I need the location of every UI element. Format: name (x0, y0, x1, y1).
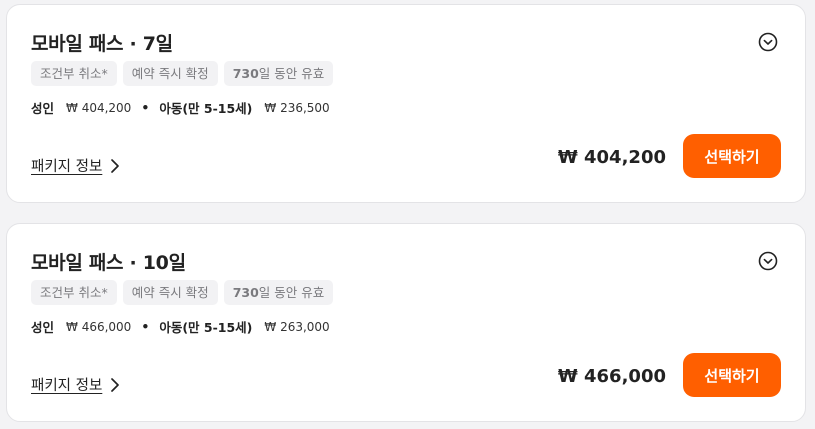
validity-text: 일 동안 유효 (258, 285, 325, 300)
total-price: ₩ 466,000 (557, 366, 666, 387)
adult-label: 성인 (31, 101, 55, 116)
select-button[interactable]: 선택하기 (683, 353, 781, 397)
validity-days: 730 (232, 285, 259, 300)
feature-chips: 조건부 취소* 예약 즉시 확정 730일 동안 유효 (31, 61, 334, 86)
validity-days: 730 (232, 66, 259, 81)
child-price: ₩ 236,500 (264, 100, 330, 115)
chip-instant-confirm: 예약 즉시 확정 (122, 280, 218, 305)
package-info-label: 패키지 정보 (31, 378, 103, 394)
select-button[interactable]: 선택하기 (683, 134, 781, 178)
chevron-right-icon (111, 377, 120, 392)
separator-dot: • (141, 319, 150, 334)
chip-cancellation: 조건부 취소* (31, 61, 117, 86)
price-breakdown: 성인 ₩ 466,000 • 아동(만 5-15세) ₩ 263,000 (31, 317, 330, 336)
chip-validity: 730일 동안 유효 (223, 61, 334, 86)
total-price: ₩ 404,200 (557, 147, 666, 168)
child-price: ₩ 263,000 (264, 319, 330, 334)
adult-price: ₩ 404,200 (66, 100, 132, 115)
validity-text: 일 동안 유효 (258, 66, 325, 81)
separator-dot: • (141, 100, 150, 115)
pass-title: 모바일 패스 · 7일 (31, 33, 173, 55)
child-label: 아동(만 5-15세) (159, 101, 253, 116)
chip-instant-confirm: 예약 즉시 확정 (122, 61, 218, 86)
expand-chevron-icon[interactable] (758, 32, 778, 52)
feature-chips: 조건부 취소* 예약 즉시 확정 730일 동안 유효 (31, 280, 334, 305)
adult-price: ₩ 466,000 (66, 319, 132, 334)
adult-label: 성인 (31, 320, 55, 335)
pass-title: 모바일 패스 · 10일 (31, 252, 186, 274)
pass-card-7day: 모바일 패스 · 7일 조건부 취소* 예약 즉시 확정 730일 동안 유효 … (6, 4, 806, 203)
chip-cancellation: 조건부 취소* (31, 280, 117, 305)
chip-validity: 730일 동안 유효 (223, 280, 334, 305)
package-info-link[interactable]: 패키지 정보 (31, 155, 120, 176)
price-breakdown: 성인 ₩ 404,200 • 아동(만 5-15세) ₩ 236,500 (31, 98, 330, 117)
expand-chevron-icon[interactable] (758, 251, 778, 271)
child-label: 아동(만 5-15세) (159, 320, 253, 335)
chevron-right-icon (111, 158, 120, 173)
pass-card-10day: 모바일 패스 · 10일 조건부 취소* 예약 즉시 확정 730일 동안 유효… (6, 223, 806, 422)
package-info-label: 패키지 정보 (31, 159, 103, 175)
package-info-link[interactable]: 패키지 정보 (31, 374, 120, 395)
